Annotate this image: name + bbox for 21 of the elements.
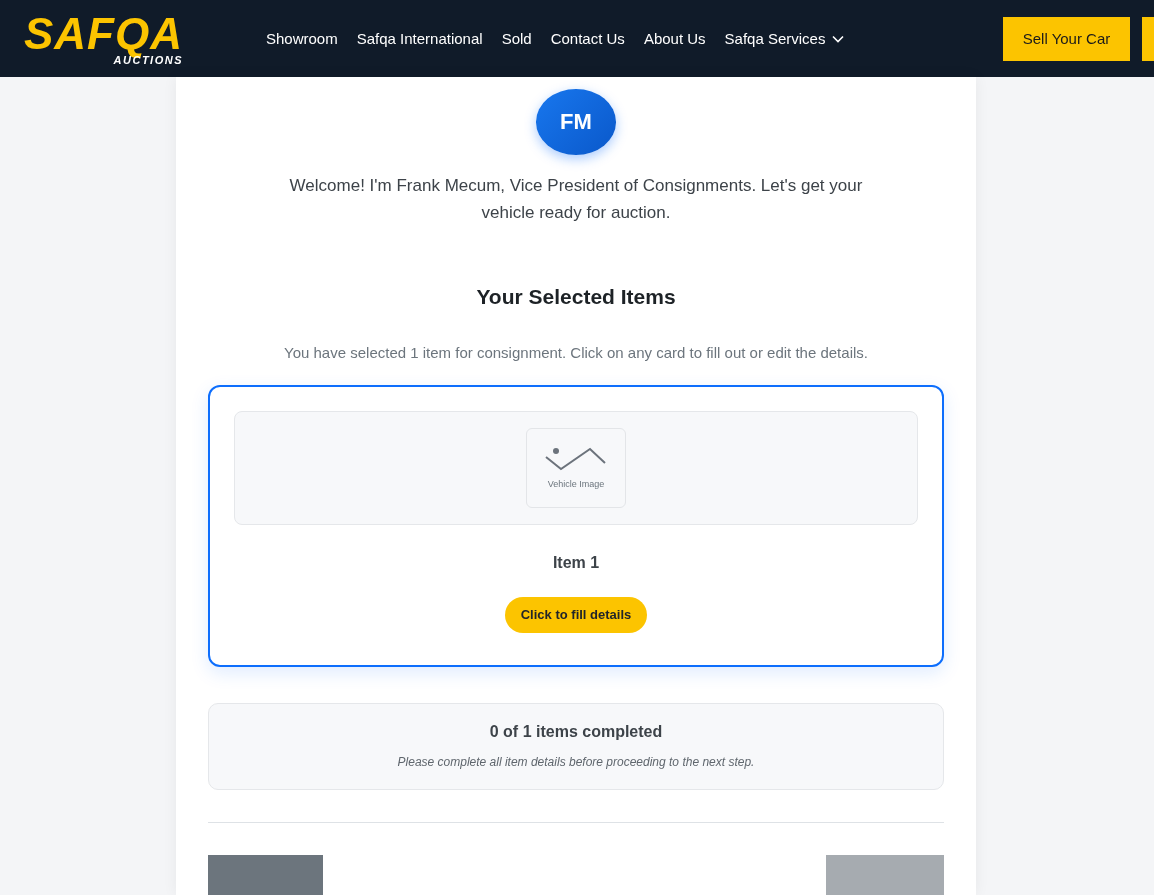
image-label: Vehicle Image — [547, 478, 605, 489]
welcome-message: Welcome! I'm Frank Mecum, Vice President of Consignments. Let's get your vehicle ready for auction. — [288, 174, 864, 224]
chevron-down-icon — [832, 34, 845, 43]
nav-link[interactable]: Contact Us — [550, 30, 625, 47]
header-button[interactable]: Sell Your Car — [1003, 16, 1130, 61]
nav-link[interactable]: Safqa International — [356, 30, 483, 47]
nav-link[interactable]: Showroom — [266, 30, 338, 47]
item-name: Item 1 — [552, 553, 600, 572]
section-description: You have selected 1 item for consignment. Click on any card to fill out or edit the details. — [284, 343, 868, 361]
fill-details-button[interactable]: Click to fill details — [504, 596, 648, 633]
nav-link[interactable]: About Us — [643, 30, 706, 47]
progress-summary: 0 of 1 items completed — [489, 723, 663, 742]
image-icon — [545, 446, 607, 473]
section-title: Your Selected Items — [476, 284, 676, 309]
avatar: FM — [536, 89, 616, 155]
logo[interactable]: SAFQA AUCTIONS — [0, 13, 183, 66]
progress-note: Please complete all item details before proceeding to the next step. — [397, 755, 755, 770]
nav-dropdown[interactable]: Safqa Services — [724, 30, 845, 47]
back-button[interactable] — [208, 855, 323, 895]
nav-link[interactable]: Sold — [501, 30, 532, 47]
item-card[interactable]: Vehicle Image Item 1 Click to fill details — [208, 384, 944, 667]
